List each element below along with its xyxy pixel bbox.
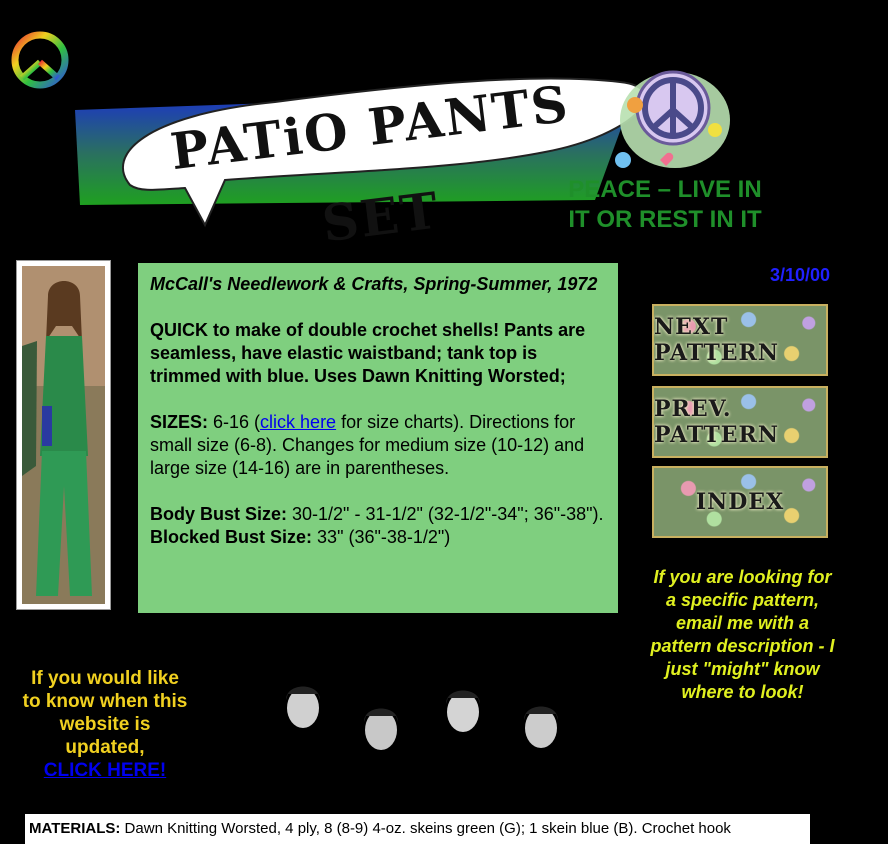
materials-text: Dawn Knitting Worsted, 4 ply, 8 (8-9) 4-… [120,820,731,837]
size-chart-link[interactable]: click here [260,412,336,432]
intro-text: QUICK to make of double crochet shells! … [150,320,586,386]
slogan-line-2: IT OR REST IN IT [568,206,762,233]
update-notify-link[interactable]: CLICK HERE! [20,759,190,782]
body-bust-value: 30-1/2" - 31-1/2" (32-1/2"-34"; 36"-38")… [287,504,604,524]
materials-label: MATERIALS: [29,820,121,837]
peace-slogan: PEACE – LIVE IN IT OR REST IN IT [540,175,790,235]
blocked-bust-label: Blocked Bust Size: [150,527,313,547]
email-request-note: If you are looking for a specific patter… [650,567,835,702]
bust-size-paragraph: Body Bust Size: 30-1/2" - 31-1/2" (32-1/… [150,503,606,549]
face-image-1 [286,686,320,728]
update-notify-text: If you would like to know when this webs… [22,668,188,758]
source-citation: McCall's Needlework & Crafts, Spring-Sum… [150,274,598,294]
materials-section: MATERIALS: Dawn Knitting Worsted, 4 ply,… [25,814,810,844]
pattern-description: McCall's Needlework & Crafts, Spring-Sum… [138,263,618,613]
sizes-label: SIZES: [150,412,209,432]
model-photo-image [22,266,105,604]
peace-sign-icon [11,31,69,89]
face-image-3 [446,690,480,732]
blocked-bust-value: 33" (36"-38-1/2") [312,527,451,547]
body-bust-label: Body Bust Size: [150,504,288,524]
update-date: 3/10/00 [769,265,830,285]
next-pattern-button[interactable]: NEXT PATTERN [652,304,828,376]
sizes-pre: 6-16 ( [208,412,261,432]
slogan-line-1: PEACE – LIVE IN [568,176,762,203]
face-image-4 [524,706,558,748]
pattern-photo [16,260,111,610]
update-notify-note: If you would like to know when this webs… [20,667,190,782]
sizes-paragraph: SIZES: 6-16 (click here for size charts)… [150,411,606,480]
face-image-2 [364,708,398,750]
prev-pattern-button[interactable]: PREV. PATTERN [652,386,828,458]
index-button[interactable]: INDEX [652,466,828,538]
